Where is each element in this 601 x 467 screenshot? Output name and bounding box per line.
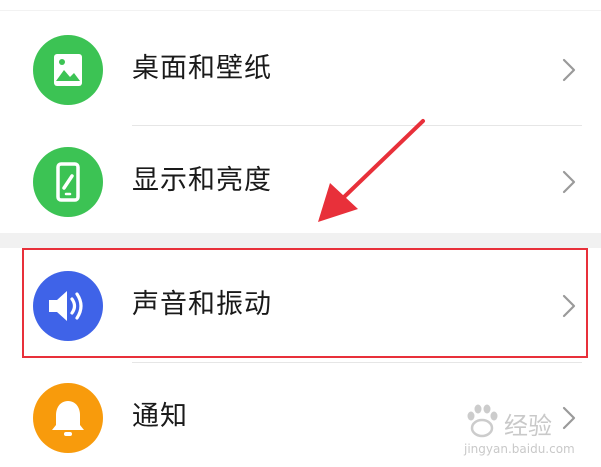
display-brightness-icon [33,147,103,217]
settings-item-display[interactable]: 显示和亮度 [0,126,601,238]
highlight-box [22,248,588,358]
bell-icon [33,383,103,453]
paw-logo-icon [467,404,498,438]
watermark-url: jingyan.baidu.com [464,442,575,456]
top-divider [0,10,601,11]
group-separator [0,233,601,248]
chevron-right-icon [559,57,579,83]
baidu-jingyan-watermark: 经验 jingyan.baidu.com [462,398,597,460]
settings-item-label: 通知 [132,401,188,432]
settings-screen: 桌面和壁纸 显示和亮度 声音和振动 通知 经验 jingyan.baidu.co… [0,0,601,467]
settings-item-label: 显示和亮度 [132,165,272,196]
wallpaper-icon [33,35,103,105]
watermark-text: 经验 [504,412,552,440]
settings-item-label: 桌面和壁纸 [132,53,272,84]
settings-item-wallpaper[interactable]: 桌面和壁纸 [0,14,601,126]
chevron-right-icon [559,169,579,195]
